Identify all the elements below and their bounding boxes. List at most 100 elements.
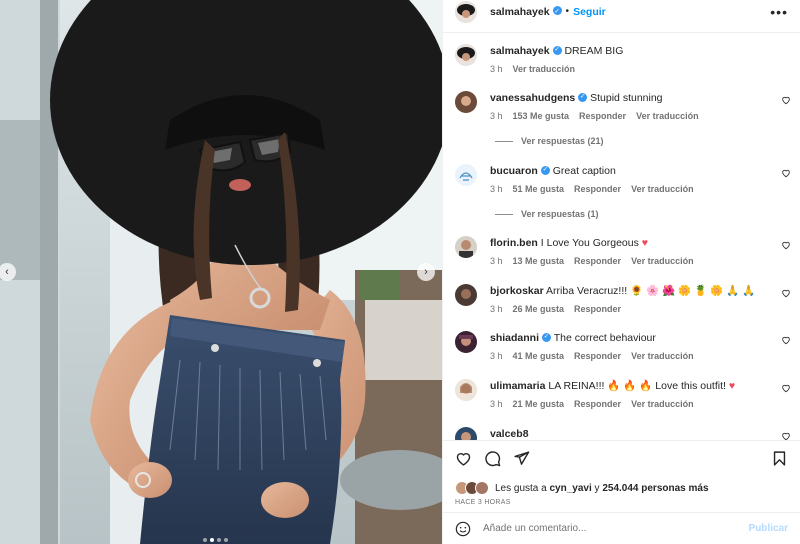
- comment-likes[interactable]: 26 Me gusta: [513, 304, 565, 314]
- comment-text: Great caption: [552, 165, 616, 177]
- comment-username[interactable]: bjorkoskar: [490, 285, 544, 297]
- like-comment-heart-icon[interactable]: [781, 335, 791, 345]
- reply-button[interactable]: Responder: [574, 399, 621, 409]
- author-username[interactable]: salmahayek: [490, 6, 550, 18]
- avatar[interactable]: [455, 0, 477, 23]
- like-comment-heart-icon[interactable]: [781, 288, 791, 298]
- red-heart-emoji: ♥: [728, 380, 736, 392]
- translate-link[interactable]: Ver traducción: [631, 399, 694, 409]
- view-replies-label: Ver respuestas (21): [521, 136, 604, 146]
- comment-item: ulimamaria LA REINA!!! 🔥 🔥 🔥 Love this o…: [455, 379, 794, 409]
- comment-time[interactable]: 3 h: [490, 351, 503, 361]
- emoji-smiley-icon[interactable]: [455, 521, 471, 537]
- translate-link[interactable]: Ver traducción: [631, 351, 694, 361]
- comment-likes[interactable]: 51 Me gusta: [513, 184, 565, 194]
- avatar[interactable]: [455, 91, 477, 113]
- reply-button[interactable]: Responder: [579, 111, 626, 121]
- follow-button[interactable]: Seguir: [573, 6, 606, 18]
- replies-line: [495, 140, 513, 142]
- verified-badge-icon: ✓: [552, 45, 562, 55]
- comment-username[interactable]: vanessahudgens: [490, 92, 575, 104]
- carousel-dot: [224, 538, 228, 542]
- comment-time[interactable]: 3 h: [490, 256, 503, 266]
- comment-username[interactable]: bucuaron: [490, 165, 538, 177]
- instagram-post-view: ‹ › salmahayek ✓ • Seguir ••• salmahayek…: [0, 0, 800, 544]
- more-options-icon[interactable]: •••: [770, 4, 788, 20]
- likes-count[interactable]: 254.044 personas más: [602, 483, 708, 494]
- reply-button[interactable]: Responder: [574, 184, 621, 194]
- post-photo[interactable]: ‹ ›: [0, 0, 442, 544]
- avatar[interactable]: [455, 236, 477, 258]
- like-comment-heart-icon[interactable]: [781, 168, 791, 178]
- reply-button[interactable]: Responder: [574, 351, 621, 361]
- like-comment-heart-icon[interactable]: [781, 95, 791, 105]
- avatar[interactable]: [455, 164, 477, 186]
- translate-link[interactable]: Ver traducción: [631, 184, 694, 194]
- share-send-icon[interactable]: [513, 450, 530, 467]
- avatar[interactable]: [455, 427, 477, 440]
- likes-prefix: Les gusta a: [495, 482, 547, 494]
- comment-time[interactable]: 3 h: [490, 64, 503, 74]
- comment-username[interactable]: ulimamaria: [490, 380, 545, 392]
- avatar[interactable]: [455, 284, 477, 306]
- comment-bubble-icon[interactable]: [484, 450, 501, 467]
- carousel-dot: [217, 538, 221, 542]
- comment-item: shiadanni ✓ The correct behaviour 3 h 41 M…: [455, 331, 794, 361]
- comment-username[interactable]: florin.ben: [490, 237, 538, 249]
- verified-badge-icon: ✓: [540, 165, 550, 175]
- comment-time[interactable]: 3 h: [490, 111, 503, 121]
- avatar[interactable]: [455, 331, 477, 353]
- post-footer: Les gusta a cyn_yavi y 254.044 personas …: [443, 440, 800, 544]
- comment-username[interactable]: shiadanni: [490, 332, 539, 344]
- reply-button[interactable]: Responder: [574, 304, 621, 314]
- likes-mid: y: [594, 482, 600, 494]
- comment-input[interactable]: [483, 523, 749, 534]
- translate-link[interactable]: Ver traducción: [513, 64, 576, 74]
- comment-text: Stupid stunning: [590, 92, 663, 104]
- caption-text: DREAM BIG: [564, 45, 624, 57]
- action-bar: [455, 450, 788, 467]
- comment-item: valceb8: [455, 427, 794, 440]
- reply-button[interactable]: Responder: [574, 256, 621, 266]
- add-comment-bar: Publicar: [443, 512, 800, 544]
- comment-item: vanessahudgens ✓ Stupid stunning 3 h 153 M…: [455, 91, 794, 121]
- like-comment-heart-icon[interactable]: [781, 383, 791, 393]
- comment-time[interactable]: 3 h: [490, 399, 503, 409]
- chevron-left-icon: ‹: [5, 266, 9, 278]
- post-time-ago[interactable]: HACE 3 HORAS: [455, 499, 511, 506]
- chevron-right-icon: ›: [424, 266, 428, 278]
- comment-time[interactable]: 3 h: [490, 184, 503, 194]
- like-heart-icon[interactable]: [455, 450, 472, 467]
- red-heart-emoji: ♥: [641, 237, 649, 249]
- avatar[interactable]: [455, 44, 477, 66]
- avatar[interactable]: [455, 379, 477, 401]
- comment-username[interactable]: salmahayek: [490, 45, 550, 57]
- save-bookmark-icon[interactable]: [771, 450, 788, 467]
- replies-line: [495, 213, 513, 215]
- comment-text: LA REINA!!! 🔥 🔥 🔥 Love this outfit!: [548, 380, 726, 392]
- comment-time[interactable]: 3 h: [490, 304, 503, 314]
- carousel-dot-active: [210, 538, 214, 542]
- view-replies-button[interactable]: Ver respuestas (21): [495, 136, 604, 146]
- view-replies-label: Ver respuestas (1): [521, 209, 599, 219]
- translate-link[interactable]: Ver traducción: [636, 111, 699, 121]
- comment-text: Arriba Veracruz!!! 🌻 🌸 🌺 🌼 🍍 🌼 🙏 🙏: [546, 285, 756, 297]
- like-comment-heart-icon[interactable]: [781, 240, 791, 250]
- separator: •: [565, 6, 570, 17]
- likes-user[interactable]: cyn_yavi: [550, 483, 592, 494]
- publish-button[interactable]: Publicar: [749, 523, 788, 534]
- comment-likes[interactable]: 13 Me gusta: [513, 256, 565, 266]
- next-slide-button[interactable]: ›: [417, 263, 435, 281]
- comment-likes[interactable]: 21 Me gusta: [513, 399, 565, 409]
- liker-avatar[interactable]: [475, 481, 489, 495]
- comment-username[interactable]: valceb8: [490, 428, 529, 440]
- translate-link[interactable]: Ver traducción: [631, 256, 694, 266]
- comments-list[interactable]: salmahayek ✓ DREAM BIG 3 h Ver traducción …: [443, 33, 800, 440]
- comment-item: bucuaron ✓ Great caption 3 h 51 Me gusta Re…: [455, 164, 794, 194]
- like-comment-heart-icon[interactable]: [781, 431, 791, 440]
- comment-likes[interactable]: 41 Me gusta: [513, 351, 565, 361]
- likes-summary: Les gusta a cyn_yavi y 254.044 personas …: [455, 481, 709, 495]
- comment-likes[interactable]: 153 Me gusta: [513, 111, 570, 121]
- caption: salmahayek ✓ DREAM BIG 3 h Ver traducción: [455, 44, 794, 74]
- view-replies-button[interactable]: Ver respuestas (1): [495, 209, 599, 219]
